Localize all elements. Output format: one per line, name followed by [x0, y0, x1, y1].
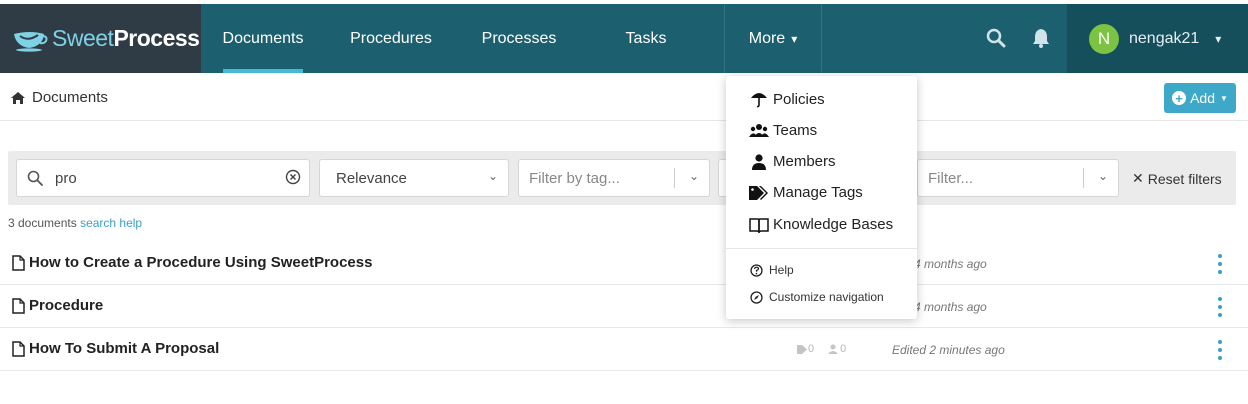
- menu-item-label: Help: [769, 263, 794, 277]
- chevron-down-icon: ▾: [1215, 31, 1222, 46]
- menu-item-label: Policies: [773, 90, 825, 108]
- menu-item-teams[interactable]: Teams: [748, 122, 817, 139]
- username: nengak21: [1129, 29, 1200, 47]
- close-icon: ✕: [1132, 170, 1144, 186]
- file-icon: [12, 254, 25, 271]
- chevron-down-icon: ⌄: [688, 169, 699, 183]
- sort-select[interactable]: Relevance ⌄: [319, 159, 509, 197]
- nav-label: Processes: [481, 29, 557, 47]
- search-value: pro: [55, 169, 77, 187]
- menu-item-customize-navigation[interactable]: Customize navigation: [750, 290, 884, 304]
- menu-item-manage-tags[interactable]: Manage Tags: [748, 184, 863, 201]
- chevron-down-icon: ⌄: [487, 169, 498, 183]
- tag-filter-select[interactable]: Filter by tag... ⌄: [518, 159, 710, 197]
- separator: [674, 168, 675, 188]
- document-title[interactable]: How to Create a Procedure Using SweetPro…: [12, 254, 372, 271]
- search-help-link[interactable]: search help: [80, 216, 142, 230]
- results-count: 3 documents search help: [8, 216, 142, 230]
- question-circle-icon: [750, 263, 763, 277]
- top-navigation: Sweet Process Documents Procedures Proces…: [0, 4, 1248, 73]
- filter-select[interactable]: Filter... ⌄: [917, 159, 1119, 197]
- file-icon: [12, 340, 25, 357]
- table-row[interactable]: Procedure d 4 months ago: [0, 285, 1248, 328]
- users-icon: [828, 344, 839, 354]
- book-icon: [748, 217, 770, 233]
- filter-placeholder: Filter...: [928, 169, 974, 187]
- nav-documents[interactable]: Documents: [223, 4, 303, 73]
- menu-item-knowledge-bases[interactable]: Knowledge Bases: [748, 216, 893, 233]
- nav-tasks[interactable]: Tasks: [622, 4, 670, 73]
- menu-item-label: Teams: [773, 122, 818, 139]
- brand-logo[interactable]: Sweet Process: [0, 4, 201, 73]
- document-title-text: How To Submit A Proposal: [29, 340, 220, 357]
- menu-item-label: Knowledge Bases: [773, 216, 894, 233]
- menu-item-policies[interactable]: Policies: [748, 90, 825, 108]
- chevron-down-icon: ▾: [791, 31, 798, 46]
- member-count: 0: [826, 343, 846, 355]
- nav-label: Tasks: [625, 29, 667, 47]
- user-menu[interactable]: N nengak21 ▾: [1067, 4, 1248, 73]
- umbrella-icon: [748, 90, 770, 108]
- tag-icon: [797, 344, 807, 354]
- table-row[interactable]: How to Create a Procedure Using SweetPro…: [0, 242, 1248, 285]
- more-options-icon[interactable]: [1216, 340, 1224, 360]
- compass-icon: [750, 290, 763, 304]
- nav-label: Documents: [222, 29, 304, 47]
- document-title[interactable]: How To Submit A Proposal: [12, 340, 219, 357]
- chevron-down-icon: ⌄: [1097, 169, 1108, 183]
- nav-label: Procedures: [350, 29, 432, 47]
- breadcrumb[interactable]: Documents: [10, 89, 108, 106]
- nav-processes[interactable]: Processes: [479, 4, 559, 73]
- breadcrumb-bar: Documents + Add ▼: [0, 73, 1248, 121]
- clear-search-icon[interactable]: [285, 169, 301, 189]
- brand-name-sweet: Sweet: [52, 25, 114, 51]
- sort-value: Relevance: [336, 169, 407, 187]
- nav-more[interactable]: More ▾: [724, 4, 822, 73]
- nav-procedures[interactable]: Procedures: [345, 4, 437, 73]
- menu-item-label: Members: [773, 153, 836, 170]
- bell-icon[interactable]: [1029, 26, 1053, 50]
- tag-filter-placeholder: Filter by tag...: [529, 169, 620, 187]
- menu-divider: [726, 248, 917, 249]
- user-icon: [748, 153, 770, 170]
- results-count-text: 3 documents: [8, 216, 77, 230]
- edited-time: Edited 2 minutes ago: [892, 343, 1005, 357]
- menu-item-label: Customize navigation: [769, 290, 884, 304]
- more-options-icon[interactable]: [1216, 254, 1224, 274]
- add-button-label: Add: [1190, 90, 1215, 106]
- more-options-icon[interactable]: [1216, 297, 1224, 317]
- menu-item-label: Manage Tags: [773, 184, 863, 201]
- nav-more-label: More: [748, 29, 786, 47]
- users-icon: [748, 123, 770, 139]
- table-row[interactable]: How To Submit A Proposal 0 0 Edited 2 mi…: [0, 328, 1248, 371]
- file-icon: [12, 297, 25, 314]
- document-title-text: Procedure: [29, 297, 104, 314]
- home-icon: [11, 91, 25, 104]
- filter-bar: pro Relevance ⌄ Filter by tag... ⌄ Filte…: [8, 151, 1236, 205]
- document-title[interactable]: Procedure: [12, 297, 103, 314]
- add-button[interactable]: + Add ▼: [1164, 83, 1236, 113]
- search-input[interactable]: pro: [16, 159, 310, 197]
- tags-icon: [748, 185, 770, 201]
- caret-down-icon: ▼: [1220, 93, 1228, 103]
- teacup-logo-icon: [14, 31, 48, 52]
- separator: [1083, 168, 1084, 188]
- document-meta: 0 0: [796, 343, 858, 355]
- reset-filters-label: Reset filters: [1147, 170, 1222, 187]
- menu-item-members[interactable]: Members: [748, 153, 836, 170]
- document-title-text: How to Create a Procedure Using SweetPro…: [29, 254, 373, 271]
- avatar: N: [1089, 23, 1119, 54]
- search-icon: [27, 170, 43, 186]
- plus-circle-icon: +: [1172, 91, 1187, 105]
- more-menu-dropdown: Policies Teams Members Manage Tags Knowl…: [726, 76, 917, 319]
- brand-name-process: Process: [113, 25, 200, 51]
- menu-item-help[interactable]: Help: [750, 263, 794, 277]
- tag-count: 0: [796, 343, 814, 355]
- search-icon[interactable]: [984, 26, 1008, 50]
- reset-filters-button[interactable]: ✕ Reset filters: [1132, 170, 1222, 187]
- breadcrumb-label: Documents: [32, 89, 108, 106]
